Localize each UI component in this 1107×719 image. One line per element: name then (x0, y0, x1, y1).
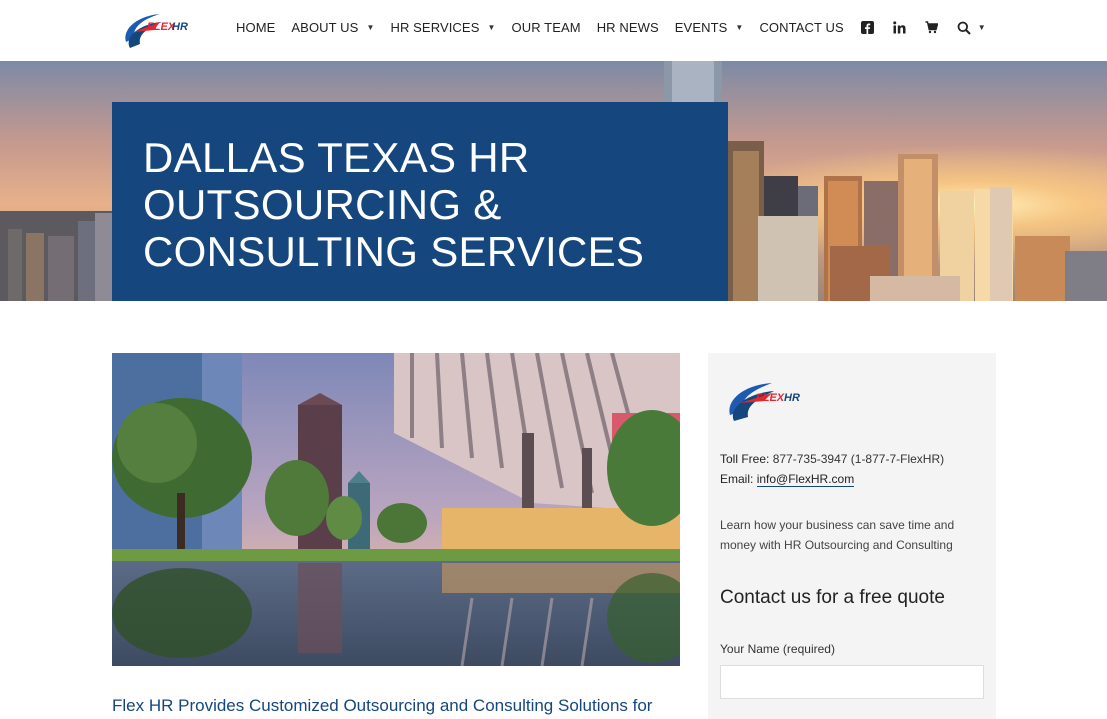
toll-free-label: Toll Free: (720, 452, 770, 466)
svg-text:HR: HR (172, 21, 188, 33)
toll-free-line: Toll Free: 877-735-3947 (1-877-7-FlexHR) (720, 449, 944, 469)
linkedin-icon[interactable] (892, 20, 908, 36)
cart-icon[interactable] (924, 20, 940, 36)
email-label: Email: (720, 472, 754, 486)
nav-our-team[interactable]: OUR TEAM (512, 20, 581, 35)
email-link[interactable]: info@FlexHR.com (756, 472, 855, 487)
nav-contact-us-label: CONTACT US (759, 20, 844, 35)
nav-events-label: EVENTS (674, 20, 728, 35)
quote-heading: Contact us for a free quote (720, 587, 945, 608)
search-caret-down-icon[interactable]: ▼ (978, 23, 986, 32)
contact-sidebar: FLEX HR Toll Free: 877-735-3947 (1-877-7… (708, 353, 996, 719)
hero-title-box: DALLAS TEXAS HR OUTSOURCING & CONSULTING… (112, 102, 728, 301)
nav-hr-services[interactable]: HR SERVICES ▼ (390, 20, 495, 35)
dallas-park-image (112, 353, 680, 666)
svg-text:FLEX: FLEX (756, 392, 785, 404)
hero-title: DALLAS TEXAS HR OUTSOURCING & CONSULTING… (143, 134, 645, 275)
nav-our-team-label: OUR TEAM (511, 20, 581, 35)
nav-events[interactable]: EVENTS ▼ (675, 20, 744, 35)
site-header: FLEX HR HOME ABOUT US ▼ HR SERVICES ▼ OUR … (0, 0, 1107, 61)
nav-hr-services-label: HR SERVICES (390, 20, 480, 35)
intro-heading: Flex HR Provides Customized Outsourcing … (112, 696, 653, 715)
toll-free-number[interactable]: 877-735-3947 (1-877-7-FlexHR) (773, 452, 944, 466)
nav-hr-news[interactable]: HR NEWS (597, 20, 659, 35)
search-icon[interactable] (956, 20, 972, 36)
nav-hr-news-label: HR NEWS (596, 20, 659, 35)
flexhr-logo[interactable]: FLEX HR (120, 8, 192, 52)
your-name-input[interactable] (720, 665, 984, 699)
caret-down-icon: ▼ (366, 23, 375, 32)
main-nav: HOME ABOUT US ▼ HR SERVICES ▼ OUR TEAM HR … (236, 0, 986, 55)
nav-about-us-label: ABOUT US (291, 20, 359, 35)
hero-banner: DALLAS TEXAS HR OUTSOURCING & CONSULTING… (0, 61, 1107, 301)
caret-down-icon: ▼ (735, 23, 744, 32)
facebook-icon[interactable] (860, 20, 876, 36)
nav-about-us[interactable]: ABOUT US ▼ (291, 20, 374, 35)
nav-home-label: HOME (236, 20, 276, 35)
contact-info: Toll Free: 877-735-3947 (1-877-7-FlexHR)… (720, 449, 944, 489)
svg-text:HR: HR (784, 392, 800, 404)
sidebar-blurb: Learn how your business can save time an… (720, 518, 955, 552)
nav-home[interactable]: HOME (236, 20, 275, 35)
nav-contact-us[interactable]: CONTACT US (759, 20, 843, 35)
sidebar-flexhr-logo: FLEX HR (726, 377, 810, 425)
caret-down-icon: ▼ (487, 23, 496, 32)
your-name-label: Your Name (required) (720, 642, 835, 656)
email-line: Email: info@FlexHR.com (720, 469, 944, 489)
